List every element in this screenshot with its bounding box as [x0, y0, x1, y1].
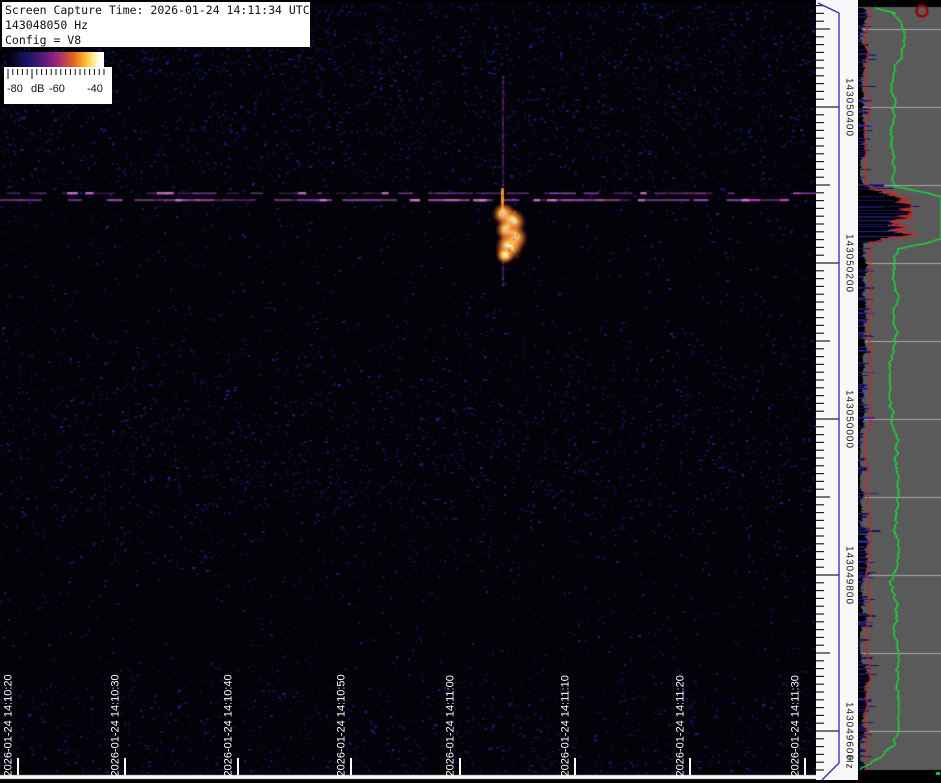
- screen-capture-window: Screen Capture Time: 2026-01-24 14:11:34…: [0, 0, 941, 783]
- time-label: 2026-01-24 14:10:40: [222, 673, 234, 776]
- time-tick-mark: [459, 758, 461, 775]
- time-label: 2026-01-24 14:10:50: [335, 673, 347, 776]
- time-tick-mark: [17, 758, 19, 775]
- color-scale-labels: -80 dB -60 -40: [4, 80, 112, 100]
- spectrum-side-panel: [858, 0, 941, 783]
- time-tick-mark: [124, 758, 126, 775]
- frequency-label: 143050400: [843, 77, 855, 138]
- time-label: 2026-01-24 14:10:30: [109, 673, 121, 776]
- center-frequency-text: 143048050 Hz: [5, 18, 89, 32]
- capture-time-text: Screen Capture Time: 2026-01-24 14:11:34…: [5, 3, 310, 17]
- time-label: 2026-01-24 14:11:00: [444, 674, 456, 776]
- color-scale-label: -40: [87, 83, 103, 95]
- frequency-label: 143050200: [843, 233, 855, 294]
- color-scale-ticks: [7, 69, 105, 79]
- time-tick-mark: [350, 758, 352, 775]
- time-label: 2026-01-24 14:11:20: [674, 674, 686, 776]
- frequency-unit-label: Hz: [843, 755, 855, 770]
- config-text: Config = V8: [5, 33, 82, 47]
- capture-info-box: Screen Capture Time: 2026-01-24 14:11:34…: [2, 2, 310, 47]
- time-tick-mark: [689, 758, 691, 775]
- time-label: 2026-01-24 14:11:30: [789, 674, 801, 776]
- time-label: 2026-01-24 14:10:20: [2, 673, 14, 776]
- color-scale-ruler: -80 dB -60 -40: [4, 67, 112, 104]
- color-scale-label: -60: [49, 83, 65, 95]
- time-label: 2026-01-24 14:11:10: [559, 674, 571, 776]
- time-tick-mark: [804, 758, 806, 775]
- color-scale-label: dB: [31, 83, 45, 95]
- frequency-label: 143049800: [843, 545, 855, 606]
- time-tick-mark: [237, 758, 239, 775]
- time-tick-mark: [574, 758, 576, 775]
- color-scale-gradient: [7, 52, 104, 67]
- frequency-label: 143050000: [843, 389, 855, 450]
- color-scale-label: -80: [7, 83, 23, 95]
